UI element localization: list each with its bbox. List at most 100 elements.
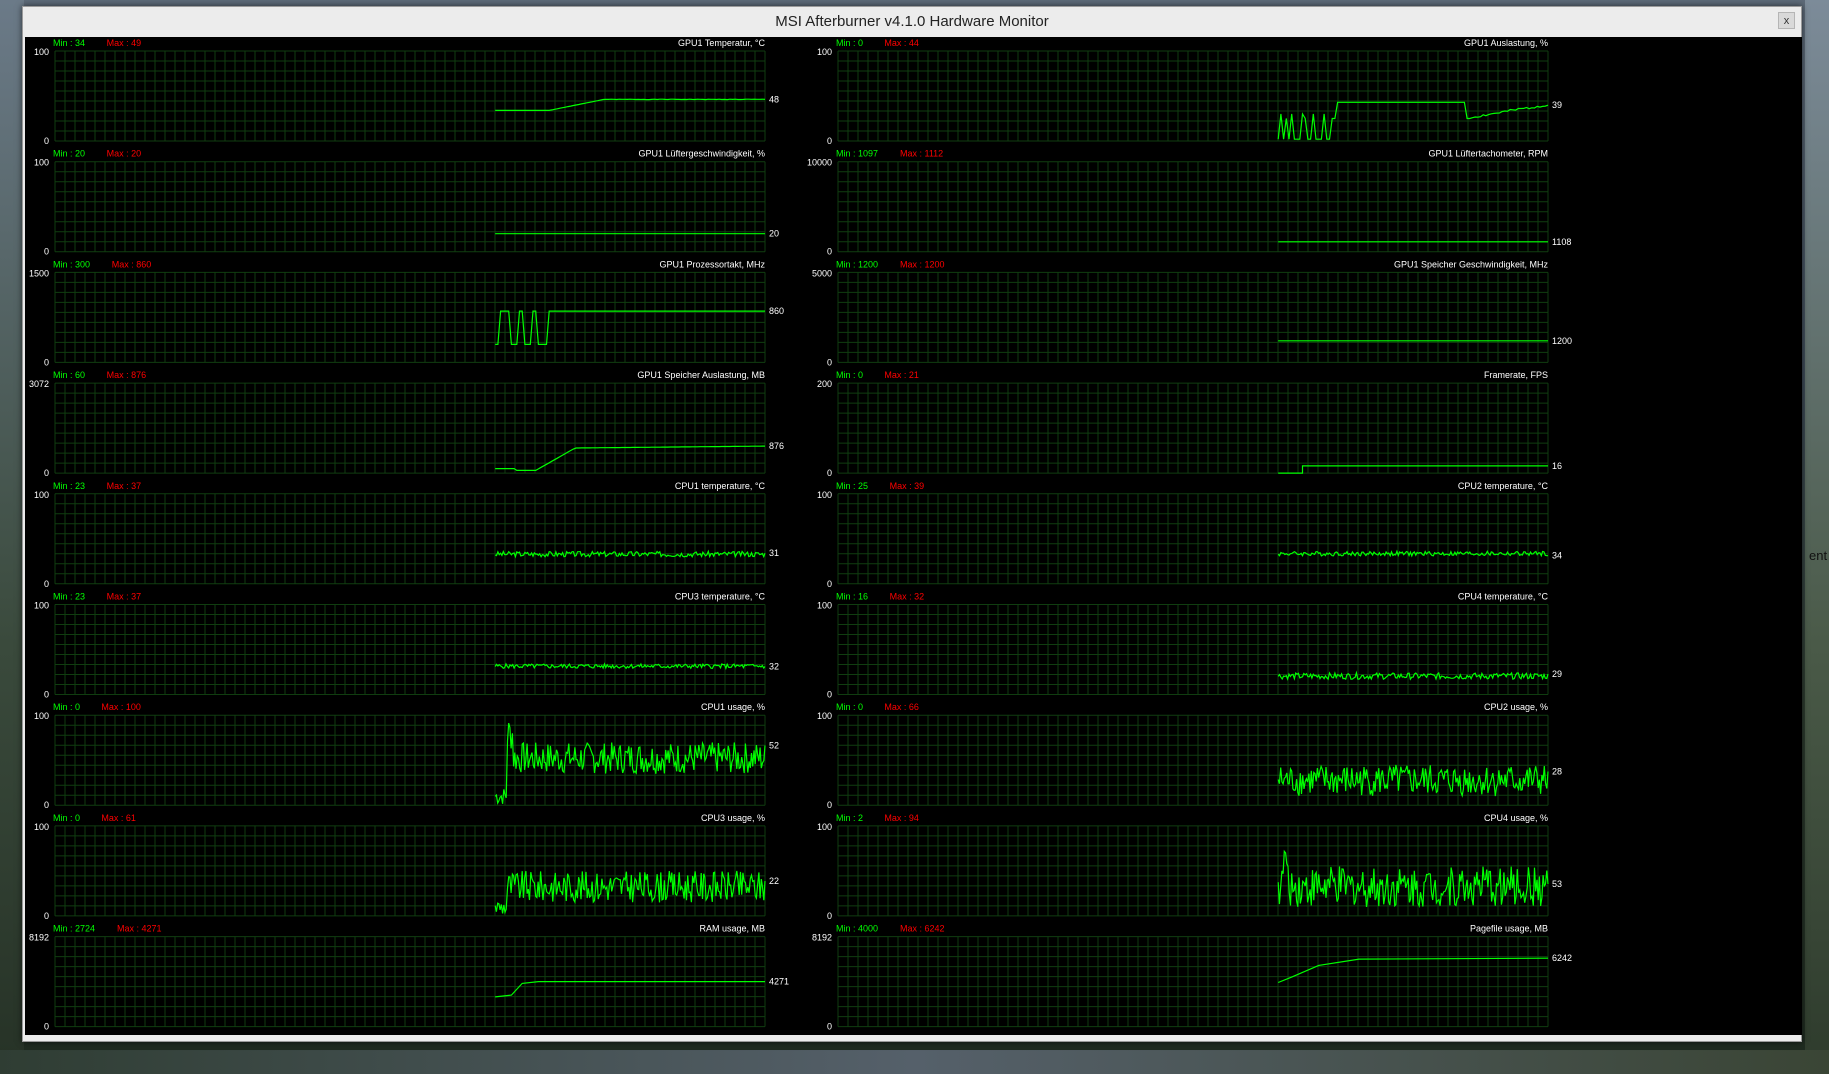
graph-panel[interactable]: Min : 2724 Max : 4271 RAM usage, MB 8192 0 42… <box>29 924 789 1032</box>
graph-current-value: 20 <box>769 229 779 239</box>
graph-y-min-label: 0 <box>44 579 49 589</box>
graph-title: GPU1 Auslastung, % <box>1464 38 1548 48</box>
graph-current-value: 34 <box>1552 551 1562 561</box>
graph-panel[interactable]: Min : 0 Max : 100 CPU1 usage, % 100 0 52 <box>34 702 779 810</box>
graph-panel[interactable]: Min : 0 Max : 66 CPU2 usage, % 100 0 28 <box>817 702 1562 810</box>
graph-y-min-label: 0 <box>827 468 832 478</box>
graph-y-min-label: 0 <box>44 800 49 810</box>
desktop-wallpaper-left <box>0 0 24 1074</box>
graph-max-label: Max : 32 <box>890 592 925 602</box>
graph-max-label: Max : 21 <box>884 370 919 380</box>
graph-y-min-label: 0 <box>827 911 832 921</box>
graph-panel[interactable]: Min : 16 Max : 32 CPU4 temperature, °C 100 0… <box>817 592 1562 700</box>
graph-title: CPU4 usage, % <box>1484 813 1548 823</box>
graph-min-label: Min : 60 <box>53 370 85 380</box>
graph-panel[interactable]: Min : 20 Max : 20 GPU1 Lüftergeschwindigke… <box>34 149 779 257</box>
graph-y-min-label: 0 <box>827 800 832 810</box>
graph-max-label: Max : 860 <box>112 259 152 269</box>
graph-min-label: Min : 16 <box>836 592 868 602</box>
graph-panel[interactable]: Min : 2 Max : 94 CPU4 usage, % 100 0 53 <box>817 813 1562 921</box>
graph-min-label: Min : 4000 <box>836 924 878 934</box>
graph-y-max-label: 100 <box>34 601 49 611</box>
graph-y-max-label: 1500 <box>29 268 49 278</box>
graph-y-min-label: 0 <box>44 690 49 700</box>
graph-max-label: Max : 4271 <box>117 924 162 934</box>
graph-min-label: Min : 0 <box>836 702 863 712</box>
graph-panel[interactable]: Min : 0 Max : 21 Framerate, FPS 200 0 16 <box>817 370 1562 478</box>
graph-y-max-label: 100 <box>817 822 832 832</box>
graph-title: Pagefile usage, MB <box>1470 924 1548 934</box>
graph-y-max-label: 100 <box>817 711 832 721</box>
graph-y-min-label: 0 <box>44 247 49 257</box>
graph-panel[interactable]: Min : 60 Max : 876 GPU1 Speicher Auslastun… <box>29 370 784 478</box>
graph-y-min-label: 0 <box>44 357 49 367</box>
graph-y-min-label: 0 <box>44 136 49 146</box>
graph-panel[interactable]: Min : 0 Max : 61 CPU3 usage, % 100 0 22 <box>34 813 779 921</box>
graph-max-label: Max : 6242 <box>900 924 945 934</box>
graph-min-label: Min : 0 <box>836 38 863 48</box>
graph-y-min-label: 0 <box>827 579 832 589</box>
graph-y-max-label: 100 <box>817 47 832 57</box>
graph-y-min-label: 0 <box>44 911 49 921</box>
graph-max-label: Max : 94 <box>884 813 919 823</box>
graph-y-max-label: 200 <box>817 379 832 389</box>
graph-title: RAM usage, MB <box>699 924 765 934</box>
graph-current-value: 52 <box>769 741 779 751</box>
graph-current-value: 16 <box>1552 461 1562 471</box>
graph-panel[interactable]: Min : 300 Max : 860 GPU1 Prozessortakt, MH… <box>29 259 784 367</box>
graph-title: GPU1 Lüftergeschwindigkeit, % <box>638 149 765 159</box>
graph-title: GPU1 Lüftertachometer, RPM <box>1428 149 1548 159</box>
graph-current-value: 1200 <box>1552 336 1572 346</box>
graph-current-value: 48 <box>769 94 779 104</box>
graph-min-label: Min : 23 <box>53 592 85 602</box>
graph-min-label: Min : 34 <box>53 38 85 48</box>
graph-y-max-label: 100 <box>34 711 49 721</box>
graph-y-max-label: 100 <box>34 822 49 832</box>
close-button[interactable]: x <box>1778 12 1795 29</box>
graph-max-label: Max : 37 <box>107 592 142 602</box>
graph-max-label: Max : 20 <box>107 149 142 159</box>
graph-panel[interactable]: Min : 23 Max : 37 CPU1 temperature, °C 100 0… <box>34 481 779 589</box>
graph-current-value: 22 <box>769 876 779 886</box>
graph-y-min-label: 0 <box>827 690 832 700</box>
graph-current-value: 53 <box>1552 879 1562 889</box>
graph-current-value: 6242 <box>1552 953 1572 963</box>
graph-y-max-label: 8192 <box>812 933 832 943</box>
graph-y-max-label: 8192 <box>29 933 49 943</box>
monitor-graph-area[interactable]: Min : 34 Max : 49 GPU1 Temperatur, °C 100 0 4… <box>25 37 1802 1035</box>
graph-min-label: Min : 0 <box>836 370 863 380</box>
graph-y-max-label: 100 <box>817 601 832 611</box>
graph-max-label: Max : 61 <box>101 813 136 823</box>
graph-panel[interactable]: Min : 25 Max : 39 CPU2 temperature, °C 100 0… <box>817 481 1562 589</box>
monitor-graphs: Min : 34 Max : 49 GPU1 Temperatur, °C 100 0 4… <box>29 38 1572 1032</box>
graph-y-max-label: 100 <box>34 158 49 168</box>
graph-title: CPU2 usage, % <box>1484 702 1548 712</box>
graph-y-min-label: 0 <box>44 468 49 478</box>
graph-title: CPU1 temperature, °C <box>675 481 766 491</box>
graph-title: CPU2 temperature, °C <box>1458 481 1549 491</box>
hardware-monitor-window: MSI Afterburner v4.1.0 Hardware Monitor … <box>22 6 1802 1042</box>
graph-title: GPU1 Temperatur, °C <box>678 38 765 48</box>
graph-max-label: Max : 39 <box>890 481 925 491</box>
graph-max-label: Max : 66 <box>884 702 919 712</box>
graph-y-min-label: 0 <box>827 1022 832 1032</box>
graph-min-label: Min : 1200 <box>836 259 878 269</box>
title-bar[interactable]: MSI Afterburner v4.1.0 Hardware Monitor … <box>23 7 1801 37</box>
graph-panel[interactable]: Min : 34 Max : 49 GPU1 Temperatur, °C 100 0 4… <box>34 38 779 146</box>
graph-max-label: Max : 37 <box>107 481 142 491</box>
graph-max-label: Max : 1112 <box>900 149 943 159</box>
graph-current-value: 29 <box>1552 669 1562 679</box>
graph-panel[interactable]: Min : 23 Max : 37 CPU3 temperature, °C 100 0… <box>34 592 779 700</box>
graph-panel[interactable]: Min : 0 Max : 44 GPU1 Auslastung, % 100 0 39 <box>817 38 1562 146</box>
graph-y-min-label: 0 <box>827 247 832 257</box>
graph-min-label: Min : 1097 <box>836 149 878 159</box>
graph-min-label: Min : 0 <box>53 702 80 712</box>
graph-panel[interactable]: Min : 4000 Max : 6242 Pagefile usage, MB 81… <box>812 924 1572 1032</box>
graph-panel[interactable]: Min : 1200 Max : 1200 GPU1 Speicher Geschw… <box>812 259 1572 367</box>
graph-y-min-label: 0 <box>44 1022 49 1032</box>
graph-y-max-label: 100 <box>817 490 832 500</box>
graph-title: Framerate, FPS <box>1484 370 1548 380</box>
graph-current-value: 32 <box>769 661 779 671</box>
graph-min-label: Min : 0 <box>53 813 80 823</box>
graph-panel[interactable]: Min : 1097 Max : 1112 GPU1 Lüftertachomete… <box>807 149 1571 257</box>
